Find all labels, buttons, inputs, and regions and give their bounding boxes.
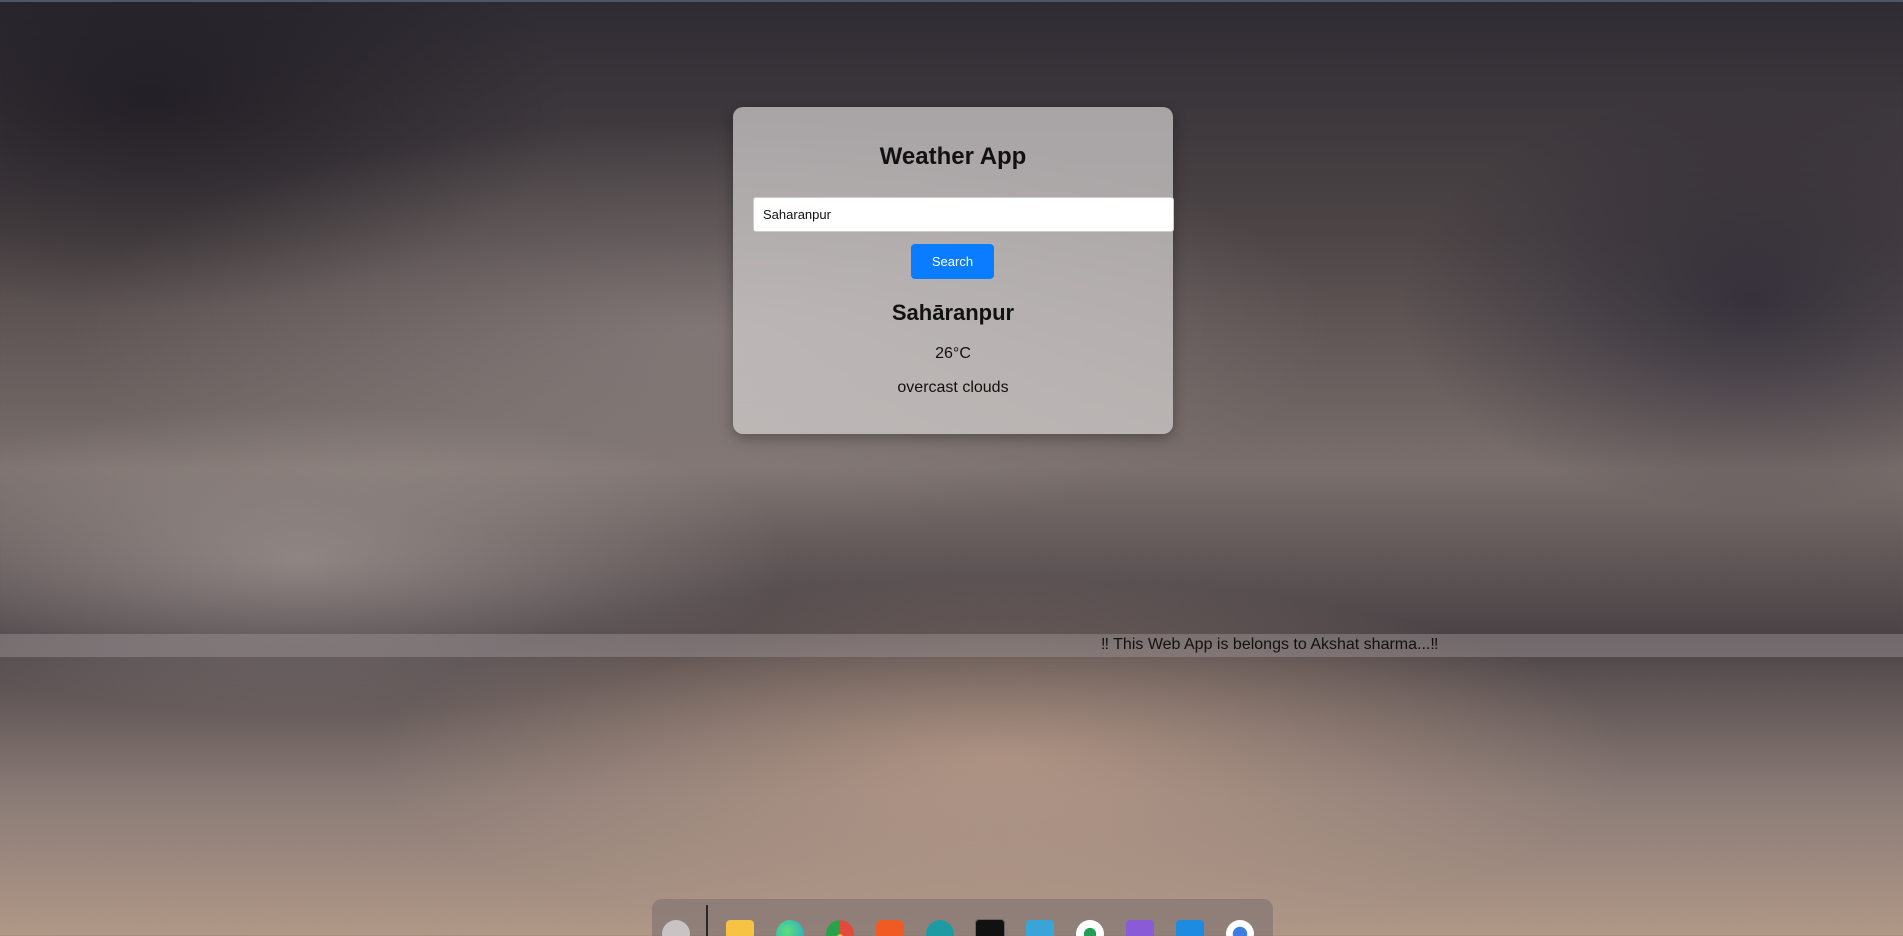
file-explorer-icon [726,920,754,936]
arduino-icon [926,920,954,936]
dock-item-terminal[interactable] [970,909,1010,936]
dock-item-file-explorer[interactable] [720,909,760,936]
chrome-icon [826,920,854,936]
marquee-banner: ‼ This Web App is belongs to Akshat shar… [0,634,1903,657]
search-button[interactable]: Search [911,244,994,279]
top-border [0,0,1903,2]
terminal-icon [975,919,1005,936]
edge-icon [776,920,804,936]
dock-item-arduino[interactable] [920,909,960,936]
dock-item-visual-studio[interactable] [1120,909,1160,936]
weather-card: Weather App Search Sahāranpur 26°C overc… [733,107,1174,434]
dock-item-azure-data-studio[interactable] [1020,909,1060,936]
mongodb-compass-icon [1076,920,1104,936]
dock-separator [706,905,708,936]
weather-description: overcast clouds [897,379,1009,396]
dock-item-apple[interactable] [656,909,696,936]
taskbar-dock [652,899,1273,936]
temperature: 26°C [935,345,971,362]
app-store-icon [1226,920,1254,936]
visual-studio-icon [1126,920,1154,936]
dock-item-chrome[interactable] [820,909,860,936]
dock-item-mongodb-compass[interactable] [1070,909,1110,936]
app-title: Weather App [879,143,1027,170]
city-search-input[interactable] [753,197,1174,232]
dock-item-app-store[interactable] [1220,909,1260,936]
dock-item-vscode[interactable] [1170,909,1210,936]
dock-item-edge[interactable] [770,909,810,936]
apple-icon [662,920,690,936]
dock-item-brave[interactable] [870,909,910,936]
brave-icon [876,920,904,936]
vscode-icon [1176,920,1204,936]
city-name: Sahāranpur [891,300,1015,325]
azure-data-studio-icon [1026,920,1054,936]
marquee-text: ‼ This Web App is belongs to Akshat shar… [1101,636,1439,653]
